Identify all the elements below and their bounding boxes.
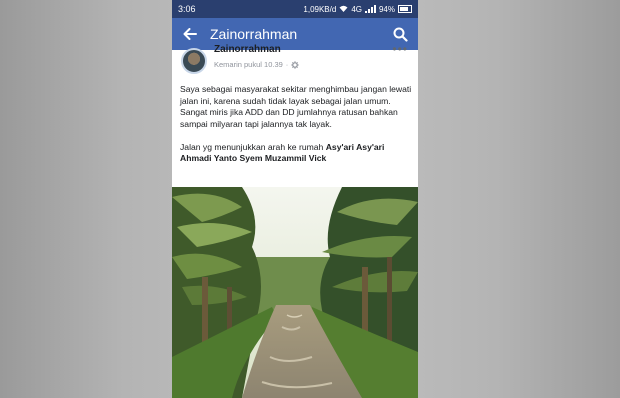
more-options-button[interactable]: ••• (392, 42, 408, 56)
avatar[interactable] (181, 48, 207, 74)
phone-screen: 3:06 1,09KB/d 4G 94% Zainorrahman Zainor… (172, 0, 418, 398)
back-button[interactable] (180, 24, 200, 44)
tagged-user[interactable]: Ahmadi Yanto (180, 153, 237, 163)
network-type: 4G (351, 4, 362, 14)
post-author-name[interactable]: Zainorrahman (214, 44, 281, 55)
post-header: Zainorrahman Kemarin pukul 10.39 · ••• (172, 42, 418, 80)
status-indicators: 1,09KB/d 4G 94% (303, 5, 412, 14)
gear-icon (291, 60, 299, 69)
status-bar: 3:06 1,09KB/d 4G 94% (172, 0, 418, 18)
tagged-user[interactable]: Asy'ari Asy'ari (326, 142, 385, 152)
wifi-icon (339, 5, 348, 14)
post-paragraph: Saya sebagai masyarakat sekitar menghimb… (180, 84, 412, 106)
post-paragraph: Sangat miris jika ADD dan DD jumlahnya r… (180, 107, 398, 129)
post-timestamp[interactable]: Kemarin pukul 10.39 (214, 60, 283, 69)
battery-icon (398, 5, 412, 13)
signal-icon (364, 5, 376, 13)
post-meta: Kemarin pukul 10.39 · (214, 60, 299, 69)
page-title: Zainorrahman (210, 26, 298, 42)
app-bar: Zainorrahman (172, 18, 418, 50)
tagged-user[interactable]: Syem Muzammil Vick (240, 153, 327, 163)
post-text-prefix: Jalan yg menunjukkan arah ke rumah (180, 141, 326, 152)
arrow-left-icon (183, 28, 197, 40)
network-speed: 1,09KB/d (303, 4, 337, 14)
search-icon (393, 27, 408, 42)
post-text: Saya sebagai masyarakat sekitar menghimb… (180, 84, 412, 165)
status-time: 3:06 (178, 4, 196, 14)
battery-percent: 94% (378, 4, 395, 14)
search-button[interactable] (390, 24, 410, 44)
post-photo[interactable] (172, 187, 418, 398)
road-photo-image (172, 187, 418, 398)
post-paragraph: Jalan yg menunjukkan arah ke rumah Asy'a… (180, 142, 412, 165)
